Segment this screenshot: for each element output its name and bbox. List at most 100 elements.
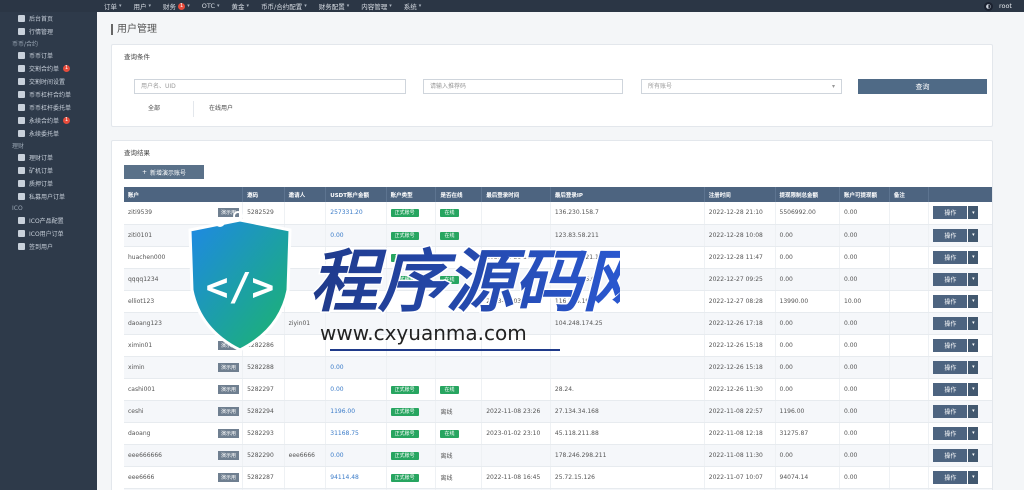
tab-all[interactable]: 全部 [134, 101, 174, 117]
sidebar-item[interactable]: 交割合约单 1 [0, 62, 97, 75]
cell-account-type: 正式账号 [386, 444, 437, 467]
sidebar-item[interactable]: 私募用户订单 [0, 190, 97, 203]
cell-withdrawable-value: 0.00 [844, 407, 858, 415]
top-nav-item[interactable]: 财务配置 ▾ [319, 1, 350, 11]
chevron-down-icon[interactable]: ▾ [968, 338, 979, 352]
chevron-down-icon[interactable]: ▾ [968, 316, 979, 330]
chevron-down-icon[interactable]: ▾ [968, 206, 979, 220]
sidebar-item[interactable]: 币币杠杆合约单 [0, 88, 97, 101]
username-uid-input[interactable]: 用户名、UID [134, 79, 406, 94]
sidebar-item[interactable]: 币币订单 [0, 49, 97, 62]
top-nav-label: 订单 [104, 3, 117, 11]
action-button[interactable]: 操作 [933, 448, 968, 462]
cell-withdraw-limit-value: 13990.00 [779, 297, 809, 305]
action-button[interactable]: 操作 [933, 470, 968, 484]
chevron-down-icon: ▾ [831, 83, 835, 90]
cell-account: cashi001 演示用 [124, 378, 244, 401]
online-status-badge: 在线 [440, 209, 459, 218]
chevron-down-icon[interactable]: ▾ [968, 470, 979, 484]
action-button[interactable]: 操作 [933, 426, 968, 440]
cell-online [435, 312, 483, 335]
action-button[interactable]: 操作 [933, 206, 968, 220]
action-button[interactable]: 操作 [933, 228, 968, 242]
cell-usdt-amount: 0.00 [325, 444, 387, 467]
top-nav-item[interactable]: 订单 ▾ [104, 1, 122, 11]
action-button[interactable]: 操作 [933, 272, 968, 286]
add-demo-account-label: 新增演示账号 [150, 169, 187, 177]
demo-tag: 演示用 [218, 406, 240, 416]
action-button[interactable]: 操作 [933, 338, 968, 352]
top-nav-item[interactable]: 币币/合约配置 ▾ [261, 1, 307, 11]
top-nav-item[interactable]: 系统 ▾ [404, 1, 422, 11]
chevron-down-icon[interactable]: ▾ [968, 382, 979, 396]
table-row: huachen000 0.00 正式账号 离线 2022-12-28 10.38 136.… [124, 246, 992, 269]
sidebar-item[interactable]: ICO用户订单 [0, 227, 97, 240]
account-type-badge: 正式账号 [390, 275, 419, 284]
action-button[interactable]: 操作 [933, 404, 968, 418]
account-type-select[interactable]: 所有账号 ▾ [641, 79, 842, 94]
sidebar-item[interactable]: 签到用户 [0, 240, 97, 253]
column-header: 账户可提现额 [839, 187, 890, 202]
sidebar-item-label: 理财订单 [29, 155, 54, 162]
chevron-down-icon[interactable]: ▾ [968, 294, 979, 308]
sidebar-item[interactable]: 后台首页 [0, 12, 97, 25]
sidebar-item[interactable]: 永续委托单 [0, 127, 97, 140]
chevron-down-icon[interactable]: ▾ [968, 404, 979, 418]
cell-note [889, 202, 930, 225]
sidebar-item[interactable]: 交割时间设置 [0, 75, 97, 88]
cell-withdraw-limit-value: 0.00 [779, 319, 793, 327]
cell-actions: 操作▾ [928, 312, 992, 335]
chevron-down-icon[interactable]: ▾ [968, 228, 979, 242]
cell-withdraw-limit-value: 0.00 [779, 253, 793, 261]
chevron-down-icon[interactable]: ▾ [968, 448, 979, 462]
action-button[interactable]: 操作 [933, 360, 968, 374]
cell-withdrawable: 0.00 [839, 356, 890, 379]
sidebar-item[interactable]: ICO产品配置 [0, 214, 97, 227]
chevron-down-icon[interactable]: ▾ [968, 360, 979, 374]
top-nav-item[interactable]: 内容管理 ▾ [361, 1, 392, 11]
chevron-down-icon: ▾ [119, 3, 122, 9]
cell-register-time: 2022-12-28 21:10 [704, 202, 776, 225]
sidebar-item[interactable]: 行情管理 [0, 25, 97, 38]
sidebar-item[interactable]: 质押订单 [0, 177, 97, 190]
top-nav-item[interactable]: 黄金 ▾ [232, 1, 250, 11]
cell-withdraw-limit: 0.00 [775, 356, 841, 379]
account-name: huachen000 [128, 253, 166, 261]
cell-online: 离线 [435, 246, 483, 269]
user-avatar-icon[interactable]: ◐ [983, 1, 993, 11]
sidebar-item[interactable]: 永续合约单 1 [0, 114, 97, 127]
chevron-down-icon[interactable]: ▾ [968, 250, 979, 264]
action-button[interactable]: 操作 [933, 382, 968, 396]
top-nav-item[interactable]: OTC ▾ [202, 2, 220, 10]
cell-usdt-amount: 0.00 [325, 224, 387, 247]
action-button[interactable]: 操作 [933, 294, 968, 308]
add-demo-account-button[interactable]: + 新增演示账号 [124, 165, 204, 179]
cell-register-time-value: 2022-12-28 21:10 [708, 209, 763, 217]
chevron-down-icon[interactable]: ▾ [968, 272, 979, 286]
cell-withdrawable-value: 10.00 [844, 297, 862, 305]
top-nav-item[interactable]: 用户 ▾ [134, 1, 152, 11]
sidebar-group-label: 币币/合约 [0, 38, 97, 49]
sidebar-item[interactable]: 理财订单 [0, 151, 97, 164]
cell-withdraw-limit: 0.00 [775, 224, 841, 247]
chevron-down-icon[interactable]: ▾ [968, 426, 979, 440]
referral-code-input[interactable]: 请输入推荐码 [423, 79, 623, 94]
cell-online: 在线 [435, 268, 483, 291]
top-nav-item[interactable]: 财务 1 ▾ [163, 1, 190, 11]
sidebar-item[interactable]: 币币杠杆委托单 [0, 101, 97, 114]
cell-withdraw-limit-value: 0.00 [779, 451, 793, 459]
current-user-name[interactable]: root [999, 2, 1012, 10]
cell-last-ip [550, 334, 705, 357]
action-button[interactable]: 操作 [933, 250, 968, 264]
sidebar-item[interactable]: 矿机订单 [0, 164, 97, 177]
cell-last-ip-value: 136.238.221.158.7 [554, 253, 613, 261]
main-content: 用户管理 查询条件 用户名、UID 请输入推荐码 所有账号 ▾ 查询 全部 在线… [97, 12, 1024, 490]
online-status-badge: 在线 [440, 429, 459, 438]
cell-last-ip: 25.72.15.126 [550, 466, 705, 489]
column-header: 邀码 [242, 187, 285, 202]
cell-usdt-amount [325, 334, 387, 357]
action-button[interactable]: 操作 [933, 316, 968, 330]
tab-online-users[interactable]: 在线用户 [195, 101, 247, 117]
chevron-down-icon: ▾ [418, 3, 422, 9]
search-button[interactable]: 查询 [858, 79, 987, 94]
